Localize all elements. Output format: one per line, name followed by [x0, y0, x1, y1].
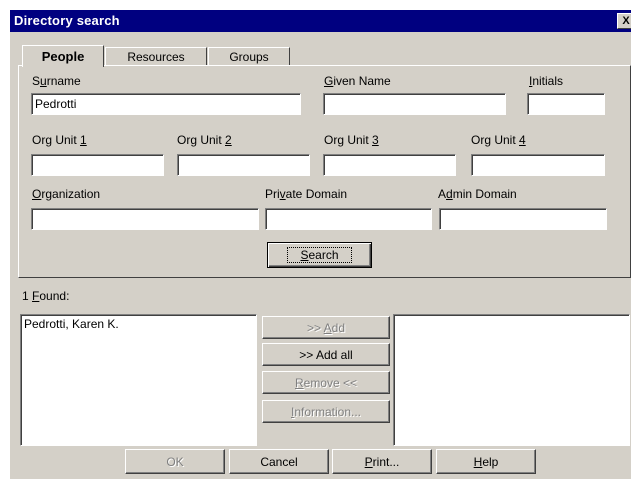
tab-resources-label: Resources: [127, 50, 185, 64]
org-unit-2-field[interactable]: [177, 154, 310, 176]
add-button-label: >> Add: [306, 320, 346, 335]
found-count: 1: [22, 289, 29, 303]
org-unit-3-label: Org Unit 3: [324, 133, 379, 147]
cancel-button[interactable]: Cancel: [229, 449, 329, 474]
title-bar[interactable]: Directory search X: [10, 10, 631, 32]
given-name-label: Given Name: [324, 74, 391, 88]
selected-list[interactable]: [393, 314, 630, 446]
org-unit-1-field[interactable]: [31, 154, 164, 176]
close-button[interactable]: X: [617, 13, 631, 29]
private-domain-label: Private Domain: [265, 187, 348, 201]
org-unit-3-field[interactable]: [323, 154, 456, 176]
org-unit-4-field[interactable]: [471, 154, 605, 176]
organization-label: Organization: [32, 187, 101, 201]
org-unit-1-label: Org Unit 1: [32, 133, 87, 147]
tab-people[interactable]: People: [22, 45, 104, 67]
given-name-field[interactable]: [323, 93, 506, 115]
cancel-button-label: Cancel: [260, 454, 298, 469]
add-all-button[interactable]: >> Add all: [262, 343, 390, 366]
admin-domain-label: Admin Domain: [438, 187, 517, 201]
print-button[interactable]: Print...: [332, 449, 432, 474]
tab-resources[interactable]: Resources: [105, 47, 207, 66]
search-criteria-panel: Surname Given Name Initials Org Unit 1 O…: [18, 65, 631, 278]
add-button[interactable]: >> Add: [262, 316, 390, 339]
remove-button-label: Remove <<: [294, 375, 358, 390]
help-button-label: Help: [473, 454, 499, 469]
initials-field[interactable]: [527, 93, 605, 115]
ok-button-label: OK: [166, 454, 184, 469]
search-button[interactable]: Search: [267, 242, 372, 268]
org-unit-4-label: Org Unit 4: [471, 133, 526, 147]
list-item[interactable]: Pedrotti, Karen K.: [24, 317, 253, 331]
help-button[interactable]: Help: [436, 449, 536, 474]
organization-field[interactable]: [31, 208, 259, 230]
initials-label: Initials: [529, 74, 564, 88]
close-icon: X: [622, 15, 630, 27]
ok-button[interactable]: OK: [125, 449, 225, 474]
add-all-button-label: >> Add all: [299, 347, 353, 362]
admin-domain-field[interactable]: [439, 208, 607, 230]
results-list[interactable]: Pedrotti, Karen K.: [20, 314, 257, 446]
surname-label: Surname: [32, 74, 81, 88]
tab-groups[interactable]: Groups: [208, 47, 290, 66]
tab-people-label: People: [41, 49, 85, 64]
org-unit-2-label: Org Unit 2: [177, 133, 232, 147]
directory-search-dialog: Directory search X People Resources Grou…: [10, 10, 631, 479]
surname-field[interactable]: [31, 93, 301, 115]
remove-button[interactable]: Remove <<: [262, 371, 390, 394]
print-button-label: Print...: [364, 454, 400, 469]
found-count-label: 1 Found:: [22, 289, 70, 303]
information-button[interactable]: Information...: [262, 400, 390, 423]
window-title: Directory search: [14, 13, 120, 28]
private-domain-field[interactable]: [265, 208, 432, 230]
search-button-label: Search: [287, 247, 352, 263]
tab-groups-label: Groups: [229, 50, 269, 64]
information-button-label: Information...: [290, 404, 362, 419]
